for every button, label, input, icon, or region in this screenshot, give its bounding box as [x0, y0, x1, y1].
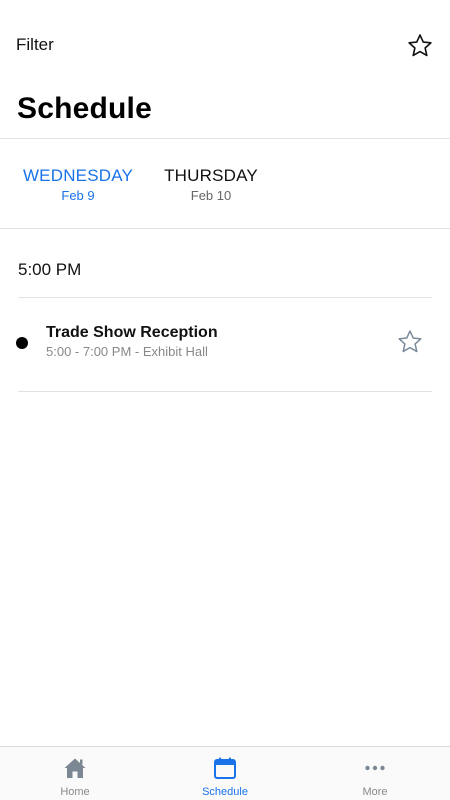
app-screen: Filter Schedule WEDNESDAY Feb 9 THURSDAY…	[0, 0, 450, 800]
bottom-tab-bar: Home Schedule More	[0, 746, 450, 800]
page-title: Schedule	[17, 92, 152, 125]
day-date: Feb 10	[190, 188, 232, 203]
day-name: THURSDAY	[164, 166, 258, 185]
tab-label: Home	[60, 786, 90, 798]
tab-label: More	[362, 786, 388, 798]
more-dots-icon	[363, 756, 387, 780]
session-meta: 5:00 - 7:00 PM - Exhibit Hall	[46, 344, 208, 359]
title-divider	[0, 138, 450, 139]
home-icon	[63, 756, 87, 780]
day-date: Feb 9	[61, 188, 95, 203]
session-row[interactable]: Trade Show Reception 5:00 - 7:00 PM - Ex…	[0, 298, 450, 391]
top-bar: Filter	[0, 0, 450, 92]
day-name: WEDNESDAY	[22, 166, 134, 185]
tab-schedule[interactable]: Schedule	[150, 747, 300, 800]
filter-button[interactable]: Filter	[16, 35, 54, 55]
session-divider	[18, 391, 432, 392]
tabs-divider	[0, 228, 450, 229]
session-title: Trade Show Reception	[46, 324, 218, 341]
time-slot-header: 5:00 PM	[18, 260, 82, 279]
tab-home[interactable]: Home	[0, 747, 150, 800]
tab-thursday[interactable]: THURSDAY Feb 10	[160, 166, 262, 203]
session-track-dot	[16, 337, 28, 349]
tab-more[interactable]: More	[300, 747, 450, 800]
calendar-icon	[213, 756, 237, 780]
tab-label: Schedule	[202, 786, 248, 798]
session-favorite-star-icon[interactable]	[396, 328, 424, 356]
favorites-star-icon[interactable]	[406, 32, 434, 60]
tab-wednesday[interactable]: WEDNESDAY Feb 9	[22, 166, 134, 203]
